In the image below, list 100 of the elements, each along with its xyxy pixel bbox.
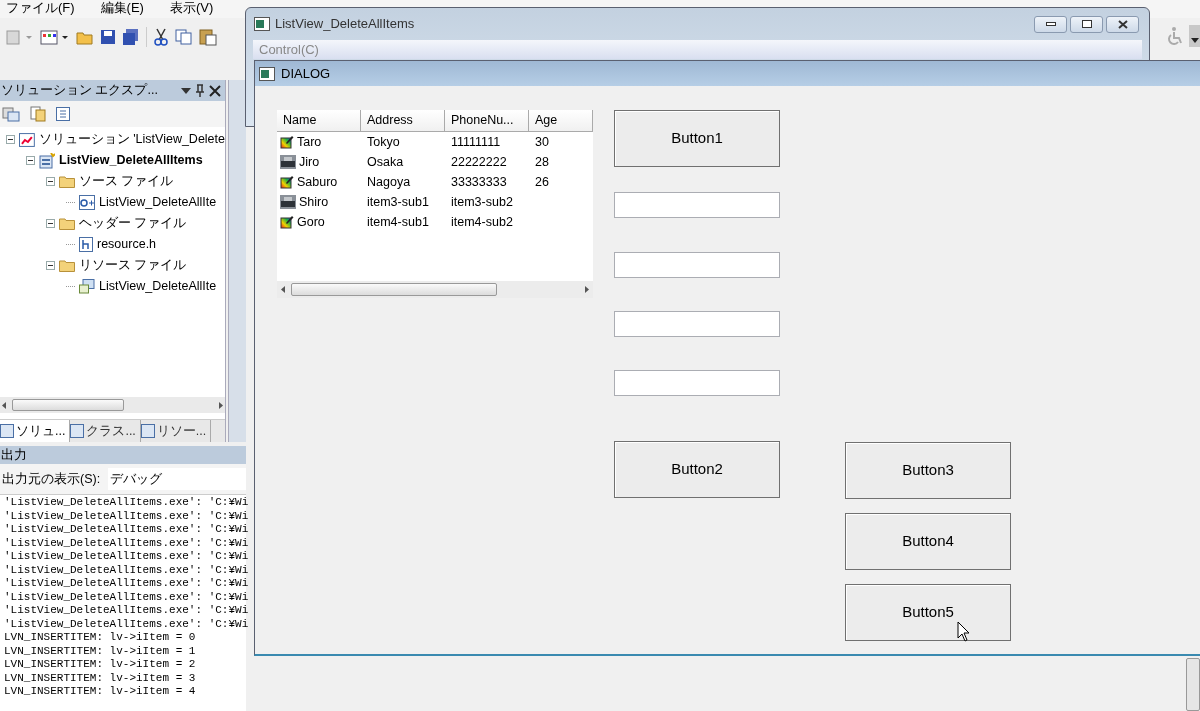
text-field[interactable] [614, 252, 780, 278]
list-cell-text: 11111111 [451, 133, 501, 151]
output-line: LVN_INSERTITEM: lv->iItem = 4 [4, 685, 197, 699]
list-cell[interactable]: Taro [297, 132, 322, 152]
menu-item[interactable]: 表示(V) [169, 0, 214, 15]
list-cell-text: 26 [535, 173, 549, 191]
collapse-toggle[interactable] [26, 156, 35, 165]
list-cell-text: item4-sub1 [367, 213, 429, 231]
new-item-icon [6, 29, 34, 45]
folder-icon [59, 175, 75, 188]
pin-icon[interactable] [195, 83, 205, 98]
panel-title: 出力 [1, 446, 27, 464]
scroll-left-icon[interactable] [2, 401, 6, 409]
folder-icon [59, 259, 75, 272]
source-dropdown[interactable]: デバッグ [108, 468, 246, 490]
list-cell-text: Tokyo [367, 133, 400, 151]
panel-title: ソリューション エクスプ... [1, 82, 159, 100]
push-button[interactable]: Button2 [614, 441, 780, 498]
tab-icon [140, 424, 155, 438]
window-title: ListView_DeleteAllItems [275, 15, 416, 34]
list-cell-text: 22222222 [451, 153, 507, 171]
list-cell-text: 33333333 [451, 173, 507, 191]
tree-item[interactable]: ListView_DeleteAllIte [99, 277, 217, 296]
close-icon[interactable] [209, 84, 221, 97]
list-cell-text: 30 [535, 133, 549, 151]
list-cell-text: 28 [535, 153, 549, 171]
menu-item[interactable]: 編集(E) [100, 0, 144, 15]
horizontal-scrollbar[interactable] [0, 397, 225, 413]
menu-item[interactable]: ファイル(F) [6, 0, 75, 15]
toolbar-overflow-button[interactable] [1189, 25, 1200, 47]
list-cell-text: Osaka [367, 153, 404, 171]
window-icon [259, 66, 275, 81]
output-line: 'ListView_DeleteAllItems.exe': 'C:¥Wi [4, 604, 246, 618]
collapse-toggle[interactable] [46, 261, 55, 270]
output-line: 'ListView_DeleteAllItems.exe': 'C:¥Wi [4, 523, 246, 537]
list-cell[interactable]: Shiro [299, 192, 329, 212]
push-button[interactable]: Button3 [845, 442, 1011, 499]
horizontal-scrollbar[interactable] [277, 281, 593, 298]
list-cell-text: item4-sub2 [451, 213, 513, 231]
project-icon [39, 152, 55, 169]
tree-item[interactable]: resource.h [97, 235, 157, 254]
output-line: 'ListView_DeleteAllItems.exe': 'C:¥Wi [4, 496, 246, 510]
tree-item[interactable]: ListView_DeleteAllIte [99, 193, 217, 212]
push-button[interactable]: Button1 [614, 110, 780, 167]
list-cell[interactable]: Saburo [297, 172, 338, 192]
window-title: DIALOG [281, 64, 331, 83]
pencil-icon [280, 175, 294, 189]
list-cell-text: item3-sub2 [451, 193, 513, 211]
photo-icon [280, 195, 296, 209]
panel-tab[interactable]: クラス... [70, 420, 141, 442]
scroll-right-icon[interactable] [585, 286, 589, 293]
collapse-toggle[interactable] [46, 219, 55, 228]
column-header[interactable]: Name [277, 110, 361, 131]
text-field[interactable] [614, 192, 780, 218]
column-header[interactable]: Age [529, 110, 593, 131]
tree-item[interactable]: ソリューション 'ListView_Delete [38, 130, 225, 149]
resource-file-icon [79, 279, 95, 294]
code-view-icon[interactable] [56, 107, 70, 121]
panel-tab[interactable]: リソー... [140, 420, 212, 442]
output-line: 'ListView_DeleteAllItems.exe': 'C:¥Wi [4, 509, 246, 523]
folder-icon [59, 217, 75, 230]
column-header[interactable]: Address [361, 110, 445, 131]
tab-icon [0, 424, 14, 438]
push-button[interactable]: Button5 [845, 584, 1011, 641]
text-field[interactable] [614, 311, 780, 337]
tree-item[interactable]: ListView_DeleteAllItems [59, 151, 203, 170]
photo-icon [280, 155, 296, 169]
list-cell[interactable]: Goro [297, 212, 325, 232]
paste-icon [199, 28, 217, 46]
folder-icon [76, 29, 94, 45]
collapse-toggle[interactable] [6, 135, 15, 144]
scroll-left-icon[interactable] [281, 286, 285, 293]
output-line: 'ListView_DeleteAllItems.exe': 'C:¥Wi [4, 536, 246, 550]
show-files-icon[interactable] [30, 106, 46, 122]
minimize-button[interactable] [1034, 15, 1067, 33]
text-field[interactable] [614, 370, 780, 396]
vertical-scrollbar[interactable] [1186, 658, 1200, 711]
list-cell-text: item3-sub1 [367, 193, 429, 211]
output-line: LVN_INSERTITEM: lv->iItem = 3 [4, 671, 197, 685]
tree-item[interactable]: リソース ファイル [79, 256, 187, 275]
maximize-button[interactable] [1070, 15, 1103, 33]
output-line: LVN_INSERTITEM: lv->iItem = 1 [4, 644, 197, 658]
output-line: 'ListView_DeleteAllItems.exe': 'C:¥Wi [4, 550, 246, 564]
tree-item[interactable]: ソース ファイル [79, 172, 174, 191]
dropdown-icon[interactable] [181, 86, 191, 95]
save-all-icon [122, 29, 140, 45]
output-line: LVN_INSERTITEM: lv->iItem = 2 [4, 658, 197, 672]
close-button[interactable] [1106, 15, 1139, 33]
source-label: 出力元の表示(S): [2, 470, 101, 488]
close-icon [1117, 19, 1128, 29]
properties-icon[interactable] [2, 106, 20, 122]
panel-tab[interactable]: ソリュ... [0, 420, 71, 442]
tree-item[interactable]: ヘッダー ファイル [79, 214, 187, 233]
collapse-toggle[interactable] [46, 177, 55, 186]
list-cell[interactable]: Jiro [299, 152, 320, 172]
output-line: 'ListView_DeleteAllItems.exe': 'C:¥Wi [4, 563, 246, 577]
push-button[interactable]: Button4 [845, 513, 1011, 570]
column-header[interactable]: PhoneNu... [445, 110, 529, 131]
cut-icon [153, 28, 169, 46]
scroll-right-icon[interactable] [219, 401, 223, 409]
